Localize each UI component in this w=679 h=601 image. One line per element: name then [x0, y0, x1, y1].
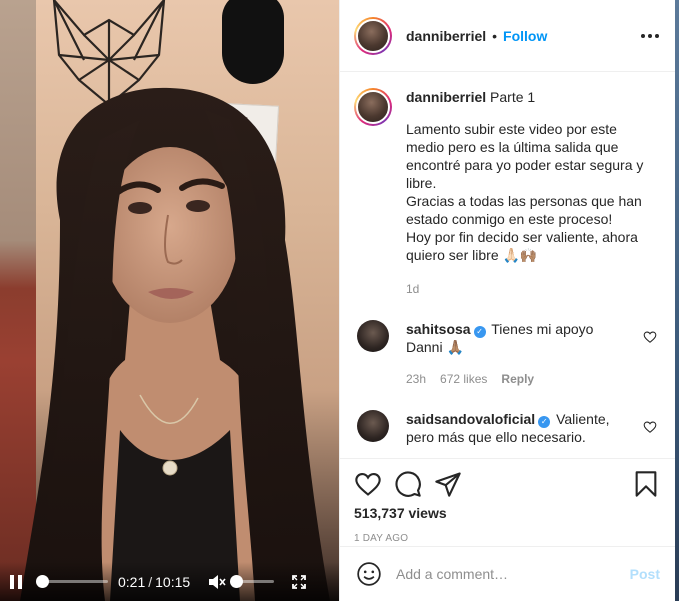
bookmark-icon[interactable] — [632, 470, 660, 498]
header-username[interactable]: danniberriel — [406, 28, 486, 44]
reply-button[interactable]: Reply — [501, 370, 534, 388]
pause-icon[interactable] — [10, 574, 22, 589]
comment-username[interactable]: sahitsosa — [406, 321, 471, 337]
volume-slider[interactable] — [230, 575, 275, 588]
header-dot: • — [492, 27, 498, 44]
duration: 10:15 — [155, 573, 191, 590]
video-player[interactable]: ✦ ✦ — [0, 0, 339, 601]
caption-username[interactable]: danniberriel — [406, 89, 486, 105]
heart-icon[interactable] — [354, 470, 382, 498]
follow-button[interactable]: Follow — [503, 28, 547, 44]
heart-icon[interactable] — [643, 420, 657, 434]
comment-icon[interactable] — [394, 470, 422, 498]
post-sidebar: danniberriel • Follow danniberriel Parte… — [339, 0, 676, 601]
comment-item: sahitsosa ✓ Tienes mi apoyo Danni 🙏🏽 23h … — [354, 320, 659, 388]
heart-icon[interactable] — [643, 330, 657, 344]
comment-likes[interactable]: 672 likes — [440, 370, 487, 388]
volume-slider-handle[interactable] — [230, 575, 244, 588]
current-time: 0:21 — [118, 573, 146, 590]
comment-age[interactable]: 23h — [406, 370, 426, 388]
post-header: danniberriel • Follow — [340, 0, 675, 72]
caption-avatar[interactable] — [354, 88, 392, 126]
volume-muted-icon[interactable] — [208, 574, 226, 590]
seek-bar-handle[interactable] — [36, 575, 50, 588]
verified-badge-icon: ✓ — [473, 326, 486, 338]
comment-input[interactable] — [396, 566, 630, 582]
seek-bar[interactable] — [36, 575, 108, 588]
ellipsis-icon[interactable] — [641, 33, 659, 38]
time-separator: / — [148, 573, 153, 590]
comment-avatar[interactable] — [357, 320, 389, 352]
verified-badge-icon: ✓ — [538, 416, 551, 428]
post-button[interactable]: Post — [630, 566, 660, 582]
caption-age[interactable]: 1d — [406, 280, 646, 298]
comment-item: saidsandovaloficial ✓ Valiente, pero más … — [354, 410, 659, 446]
paper-plane-icon[interactable] — [434, 470, 462, 498]
comment-avatar[interactable] — [357, 410, 389, 442]
background-edge — [675, 0, 679, 601]
smiley-icon[interactable] — [356, 561, 382, 587]
comment-username[interactable]: saidsandovaloficial — [406, 411, 535, 427]
view-count[interactable]: 513,737 views — [354, 505, 660, 521]
video-controls: 0:21/10:15 — [0, 562, 339, 601]
caption-text: Lamento subir este video por este medio … — [406, 121, 644, 263]
post-date[interactable]: 1 DAY AGO — [354, 533, 660, 544]
video-time: 0:21/10:15 — [118, 574, 190, 590]
video-subject — [20, 87, 330, 601]
post-caption: danniberriel Parte 1 Lamento subir este … — [354, 88, 659, 298]
avatar[interactable] — [354, 16, 392, 55]
add-comment-bar: Post — [340, 546, 676, 601]
post-actions: 513,737 views 1 DAY AGO — [340, 458, 676, 544]
fullscreen-icon[interactable] — [292, 574, 307, 589]
comments-section[interactable]: danniberriel Parte 1 Lamento subir este … — [340, 72, 675, 458]
caption-title: Parte 1 — [490, 89, 536, 105]
